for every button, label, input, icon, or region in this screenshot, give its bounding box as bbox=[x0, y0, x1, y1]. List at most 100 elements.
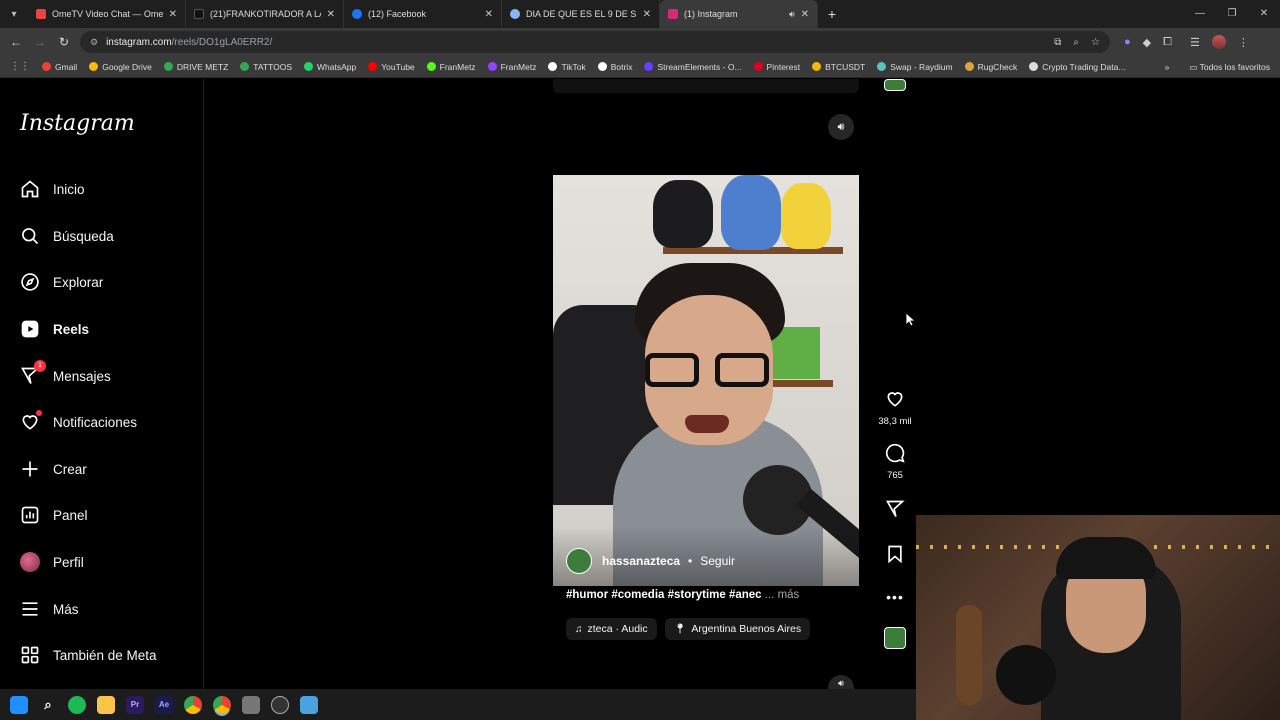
nav-crear[interactable]: Crear bbox=[20, 459, 87, 479]
bookmark-item[interactable]: Gmail bbox=[42, 62, 77, 72]
tab-title: DIA DE QUE ES EL 9 DE SEPTIE bbox=[526, 9, 637, 19]
browser-menu-icon[interactable]: ⋮ bbox=[1238, 36, 1249, 49]
zoom-icon[interactable]: ⌕ bbox=[1073, 37, 1079, 48]
nav-inicio[interactable]: Inicio bbox=[20, 179, 85, 199]
more-bookmarks-button[interactable]: » bbox=[1165, 62, 1170, 72]
nav-busqueda[interactable]: Búsqueda bbox=[20, 226, 114, 246]
windows-start-icon[interactable] bbox=[10, 695, 28, 714]
windows-taskbar: ⌕ Pr Ae bbox=[0, 689, 916, 720]
caption-more-link[interactable]: ... más bbox=[765, 589, 800, 601]
back-icon[interactable]: ← bbox=[4, 35, 28, 49]
bookmark-item[interactable]: Google Drive bbox=[89, 62, 152, 72]
nav-panel[interactable]: Panel bbox=[20, 505, 88, 525]
bookmark-item[interactable]: TATTOOS bbox=[240, 62, 292, 72]
share-button[interactable] bbox=[885, 499, 905, 522]
browser-tab-bar: ▾ OmeTV Video Chat — Omegle ✕ (21)FRANKO… bbox=[0, 0, 1280, 28]
forward-icon[interactable]: → bbox=[28, 35, 52, 49]
bookmark-item[interactable]: BTCUSDT bbox=[812, 62, 865, 72]
restore-icon[interactable]: ❐ bbox=[1216, 0, 1248, 28]
save-button[interactable] bbox=[885, 544, 905, 567]
author-avatar[interactable] bbox=[566, 548, 592, 574]
audio-chip[interactable]: ♫ zteca · Audic bbox=[566, 618, 657, 640]
extension-icon[interactable]: ◆ bbox=[1143, 36, 1151, 49]
browser-tab-active[interactable]: (1) Instagram 🔊︎ ✕ bbox=[660, 0, 818, 28]
photos-icon[interactable] bbox=[300, 695, 318, 714]
comment-button[interactable]: 765 bbox=[885, 443, 905, 481]
apps-grid-icon[interactable]: ⋮⋮ bbox=[10, 61, 30, 72]
extensions-puzzle-icon[interactable]: ⧠ bbox=[1163, 36, 1172, 49]
bookmark-star-icon[interactable]: ☆ bbox=[1091, 37, 1100, 48]
nav-notificaciones[interactable]: Notificaciones bbox=[20, 410, 137, 432]
new-tab-button[interactable]: + bbox=[818, 6, 846, 22]
close-tab-icon[interactable]: ✕ bbox=[485, 9, 493, 20]
reading-list-icon[interactable]: ☰ bbox=[1190, 36, 1200, 49]
bookmark-item[interactable]: Botrix bbox=[597, 62, 632, 72]
minimize-icon[interactable]: — bbox=[1184, 0, 1216, 28]
mute-toggle-button[interactable]: 🔊︎ bbox=[828, 114, 854, 140]
install-app-icon[interactable]: ⧉ bbox=[1054, 37, 1061, 48]
like-button[interactable]: 38,3 mil bbox=[878, 389, 912, 427]
tab-audio-icon[interactable]: 🔊︎ bbox=[789, 9, 795, 20]
location-label: Argentina Buenos Aires bbox=[691, 623, 802, 635]
browser-tab[interactable]: (12) Facebook ✕ bbox=[344, 0, 502, 28]
mouse-cursor-icon bbox=[906, 313, 916, 327]
bookmark-item[interactable]: FranMetz bbox=[487, 62, 536, 72]
bookmark-item[interactable]: YouTube bbox=[368, 62, 415, 72]
bookmark-item[interactable]: Swap - Raydium bbox=[877, 62, 953, 72]
nav-mensajes[interactable]: 1 Mensajes bbox=[20, 360, 111, 386]
bookmark-item[interactable]: Crypto Trading Data... bbox=[1029, 62, 1125, 72]
app-icon[interactable] bbox=[242, 695, 260, 714]
instagram-logo[interactable]: Instagram bbox=[20, 111, 135, 136]
author-username[interactable]: hassanazteca bbox=[602, 554, 680, 568]
after-effects-icon[interactable]: Ae bbox=[155, 695, 173, 714]
bookmark-item[interactable]: StreamElements - O... bbox=[644, 62, 742, 72]
nav-label: Inicio bbox=[53, 181, 85, 197]
chrome-active-icon[interactable] bbox=[213, 695, 231, 714]
reel-video[interactable] bbox=[553, 175, 859, 586]
close-tab-icon[interactable]: ✕ bbox=[643, 9, 651, 20]
nav-reels[interactable]: Reels bbox=[20, 319, 89, 339]
chrome-icon[interactable] bbox=[184, 695, 202, 714]
bookmark-icon bbox=[42, 62, 51, 71]
close-tab-icon[interactable]: ✕ bbox=[169, 9, 177, 20]
close-window-icon[interactable]: ✕ bbox=[1248, 0, 1280, 28]
previous-reel-audio-thumb[interactable] bbox=[884, 79, 906, 91]
bookmark-icon bbox=[89, 62, 99, 71]
reels-icon bbox=[20, 319, 40, 339]
extension-icon[interactable]: ● bbox=[1124, 36, 1131, 48]
browser-tab[interactable]: (21)FRANKOTIRADOR A LA CO ✕ bbox=[186, 0, 344, 28]
site-info-icon[interactable]: ⚙ bbox=[90, 37, 98, 48]
nav-explorar[interactable]: Explorar bbox=[20, 272, 103, 292]
more-options-button[interactable]: ••• bbox=[886, 589, 904, 605]
obs-icon[interactable] bbox=[271, 695, 289, 714]
audio-thumbnail-button[interactable] bbox=[884, 627, 906, 649]
profile-avatar[interactable] bbox=[1211, 35, 1226, 49]
file-explorer-icon[interactable] bbox=[97, 695, 115, 714]
search-icon[interactable]: ⌕ bbox=[39, 696, 57, 714]
follow-button[interactable]: Seguir bbox=[700, 554, 735, 568]
reload-icon[interactable]: ↻ bbox=[52, 35, 76, 49]
close-tab-icon[interactable]: ✕ bbox=[801, 9, 809, 20]
nav-perfil[interactable]: Perfil bbox=[20, 552, 84, 572]
close-tab-icon[interactable]: ✕ bbox=[327, 9, 335, 20]
browser-tab[interactable]: DIA DE QUE ES EL 9 DE SEPTIE ✕ bbox=[502, 0, 660, 28]
location-chip[interactable]: 📍︎ Argentina Buenos Aires bbox=[664, 618, 811, 640]
premiere-icon[interactable]: Pr bbox=[126, 695, 144, 714]
bookmark-item[interactable]: DRIVE METZ bbox=[163, 62, 228, 72]
nav-tambien-de-meta[interactable]: También de Meta bbox=[20, 645, 157, 665]
nav-mas[interactable]: Más bbox=[20, 599, 79, 619]
instagram-sidebar: Instagram Inicio Búsqueda Explorar Reels… bbox=[0, 79, 204, 689]
url-bar[interactable]: ⚙ instagram.com /reels/DO1gLA0ERR2/ ⧉ ⌕ … bbox=[80, 31, 1110, 53]
bookmark-item[interactable]: Pinterest bbox=[753, 62, 800, 72]
video-person-mouth bbox=[685, 415, 729, 433]
bookmark-item[interactable]: TikTok bbox=[548, 62, 586, 72]
next-reel-mute-toggle[interactable]: 🔊︎ bbox=[828, 675, 854, 689]
all-bookmarks-button[interactable]: ▭ Todos los favoritos bbox=[1189, 62, 1270, 73]
spotify-icon[interactable] bbox=[68, 695, 86, 714]
nav-label: Crear bbox=[53, 461, 87, 477]
bookmark-item[interactable]: WhatsApp bbox=[304, 62, 356, 72]
bookmark-item[interactable]: FranMetz bbox=[426, 62, 476, 72]
bookmark-item[interactable]: RugCheck bbox=[964, 62, 1017, 72]
tab-search-button[interactable]: ▾ bbox=[0, 0, 28, 28]
browser-tab[interactable]: OmeTV Video Chat — Omegle ✕ bbox=[28, 0, 186, 28]
